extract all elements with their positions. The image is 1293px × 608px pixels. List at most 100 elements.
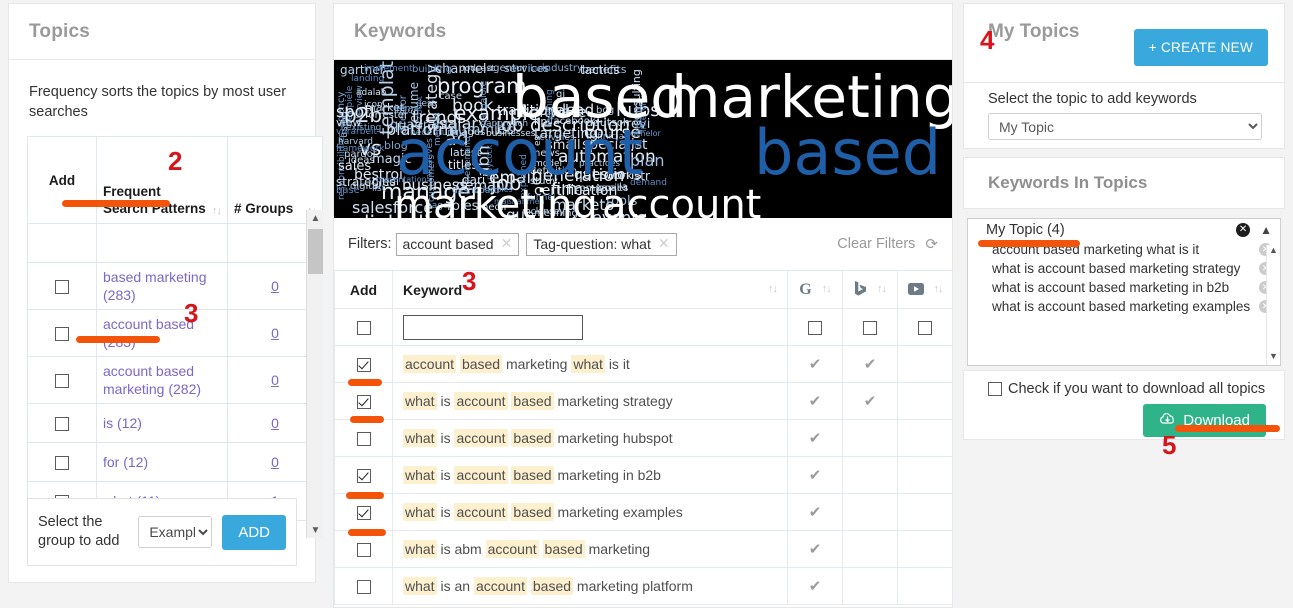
annotation-underline: [348, 379, 382, 386]
app-root: Topics Frequency sorts the topics by mos…: [0, 0, 1293, 608]
refresh-icon[interactable]: ⟳: [925, 235, 938, 253]
sort-icon[interactable]: ↑↓: [212, 206, 222, 217]
filter-chip-label: account based: [402, 235, 494, 252]
annotation-number: 4: [980, 25, 995, 55]
keyword-token-highlight: what: [403, 429, 437, 447]
topic-select[interactable]: My Topic: [988, 113, 1262, 140]
topic-row-checkbox[interactable]: [55, 417, 69, 432]
keyword-token-highlight: account: [403, 355, 457, 373]
keyword-token-highlight: account: [454, 503, 508, 521]
topics-title: Topics: [29, 20, 91, 42]
keyword-token-highlight: what: [403, 577, 437, 595]
topic-row-pattern-cell: is (12): [96, 403, 228, 443]
table-row: account based (283) 0: [27, 309, 323, 357]
bing-filter-checkbox[interactable]: [863, 321, 877, 336]
group-count-link[interactable]: 0: [271, 325, 279, 341]
google-icon: G: [799, 280, 812, 298]
scroll-up-icon[interactable]: ▲: [1267, 245, 1280, 259]
topic-row-add-cell: [27, 442, 97, 482]
scroll-thumb[interactable]: [308, 229, 323, 274]
keyword-row-checkbox[interactable]: [356, 469, 371, 484]
wordcloud-word-large: account: [396, 116, 644, 189]
clear-filters-button[interactable]: Clear Filters: [837, 236, 915, 252]
select-group-label: Select the group to add: [38, 514, 120, 549]
keyword-row-checkbox[interactable]: [356, 543, 371, 558]
keyword-token: marketing platform: [576, 578, 693, 594]
filter-chip[interactable]: account based ✕: [395, 232, 520, 256]
topic-group-row[interactable]: My Topic (4) ✕ ▲: [968, 219, 1280, 240]
download-all-row[interactable]: Check if you want to download all topics: [964, 371, 1284, 397]
sort-icon[interactable]: ↑↓: [934, 284, 944, 295]
filter-chip[interactable]: Tag-question: what ✕: [526, 232, 677, 256]
annotation-underline: [62, 200, 170, 207]
remove-icon[interactable]: ✕: [1236, 223, 1251, 237]
keywords-col-keyword[interactable]: Keyword ↑↓: [392, 270, 788, 309]
keyword-row-checkbox[interactable]: [356, 358, 371, 373]
table-row: based marketing (283) 0: [27, 262, 323, 310]
keywords-col-bing[interactable]: ↑↓: [842, 270, 898, 309]
scroll-up-icon[interactable]: ▲: [307, 210, 324, 226]
keyword-row-checkbox[interactable]: [356, 432, 371, 447]
close-icon[interactable]: ✕: [658, 235, 670, 252]
keywords-in-topics-title: Keywords In Topics: [988, 173, 1148, 192]
keyword-token-highlight: account: [454, 429, 508, 447]
topic-row-checkbox[interactable]: [55, 327, 69, 342]
topic-row-checkbox[interactable]: [55, 280, 69, 295]
create-new-button[interactable]: + CREATE NEW: [1133, 29, 1268, 66]
keyword-token-highlight: based: [459, 355, 503, 373]
topic-link[interactable]: based marketing (283): [103, 268, 221, 304]
chevron-up-icon[interactable]: ▲: [1260, 223, 1272, 237]
wordcloud: gartner landing using adalah icon b2b existing…: [334, 60, 952, 218]
group-count-link[interactable]: 0: [271, 454, 279, 470]
sort-icon[interactable]: ↑↓: [822, 284, 832, 295]
topic-row-checkbox[interactable]: [55, 374, 69, 389]
topic-row-checkbox[interactable]: [55, 456, 69, 471]
group-select[interactable]: Example: [138, 516, 213, 548]
add-button[interactable]: ADD: [222, 514, 286, 550]
download-all-checkbox[interactable]: [988, 382, 1002, 396]
youtube-filter-checkbox[interactable]: [918, 321, 932, 336]
topic-select-box: Select the topic to add keywords My Topi…: [963, 83, 1285, 149]
annotation-underline: [1175, 425, 1280, 432]
sort-icon[interactable]: ↑↓: [877, 284, 887, 295]
keyword-token: is an: [440, 578, 471, 594]
keyword-token: is: [440, 504, 451, 520]
keyword-row-bing-cell: ✔: [842, 345, 898, 383]
keyword-row-google-cell: ✔: [787, 456, 843, 494]
cloud-download-icon: [1159, 412, 1176, 429]
sort-icon[interactable]: ↑↓: [768, 284, 778, 295]
keyword-token: marketing in b2b: [557, 467, 661, 483]
group-count-link[interactable]: 0: [271, 278, 279, 294]
wordcloud-word: implement: [364, 64, 413, 74]
group-count-link[interactable]: 0: [271, 415, 279, 431]
topic-link[interactable]: for (12): [103, 453, 148, 471]
topic-link[interactable]: account based (283): [103, 315, 221, 351]
group-count-link[interactable]: 0: [271, 372, 279, 388]
topic-row-add-cell: [27, 262, 97, 310]
keywords-col-youtube[interactable]: ↑↓: [897, 270, 953, 309]
annotation-underline: [978, 240, 1080, 247]
check-icon: ✔: [808, 541, 822, 558]
annotation-underline: [350, 416, 384, 423]
topics-col-pattern[interactable]: Frequent Search Patterns ↑↓: [96, 136, 228, 224]
keyword-row-checkbox[interactable]: [356, 580, 371, 595]
keyword-row-add-cell: [334, 419, 393, 457]
select-all-checkbox[interactable]: [356, 321, 371, 336]
keyword-search-input[interactable]: [403, 314, 583, 340]
scroll-down-icon[interactable]: ▼: [307, 522, 324, 538]
topics-scrollbar[interactable]: ▲ ▼: [306, 210, 323, 538]
scroll-down-icon[interactable]: ▼: [1267, 351, 1280, 365]
keywords-col-google[interactable]: G ↑↓: [787, 270, 843, 309]
google-filter-checkbox[interactable]: [808, 321, 822, 336]
keyword-row-text-cell: what is account based marketing examples: [392, 493, 788, 531]
keyword-token: is it: [608, 356, 630, 372]
keywords-in-topics-scrollbar[interactable]: ▲ ▼: [1266, 245, 1280, 365]
keyword-row-checkbox[interactable]: [356, 395, 371, 410]
keyword-row-text-cell: what is account based marketing hubspot: [392, 419, 788, 457]
topic-link[interactable]: account based marketing (282): [103, 362, 221, 398]
keyword-token: is: [440, 467, 451, 483]
topic-link[interactable]: is (12): [103, 414, 142, 432]
check-icon: ✔: [808, 356, 822, 373]
close-icon[interactable]: ✕: [501, 235, 513, 252]
keyword-row-checkbox[interactable]: [356, 506, 371, 521]
